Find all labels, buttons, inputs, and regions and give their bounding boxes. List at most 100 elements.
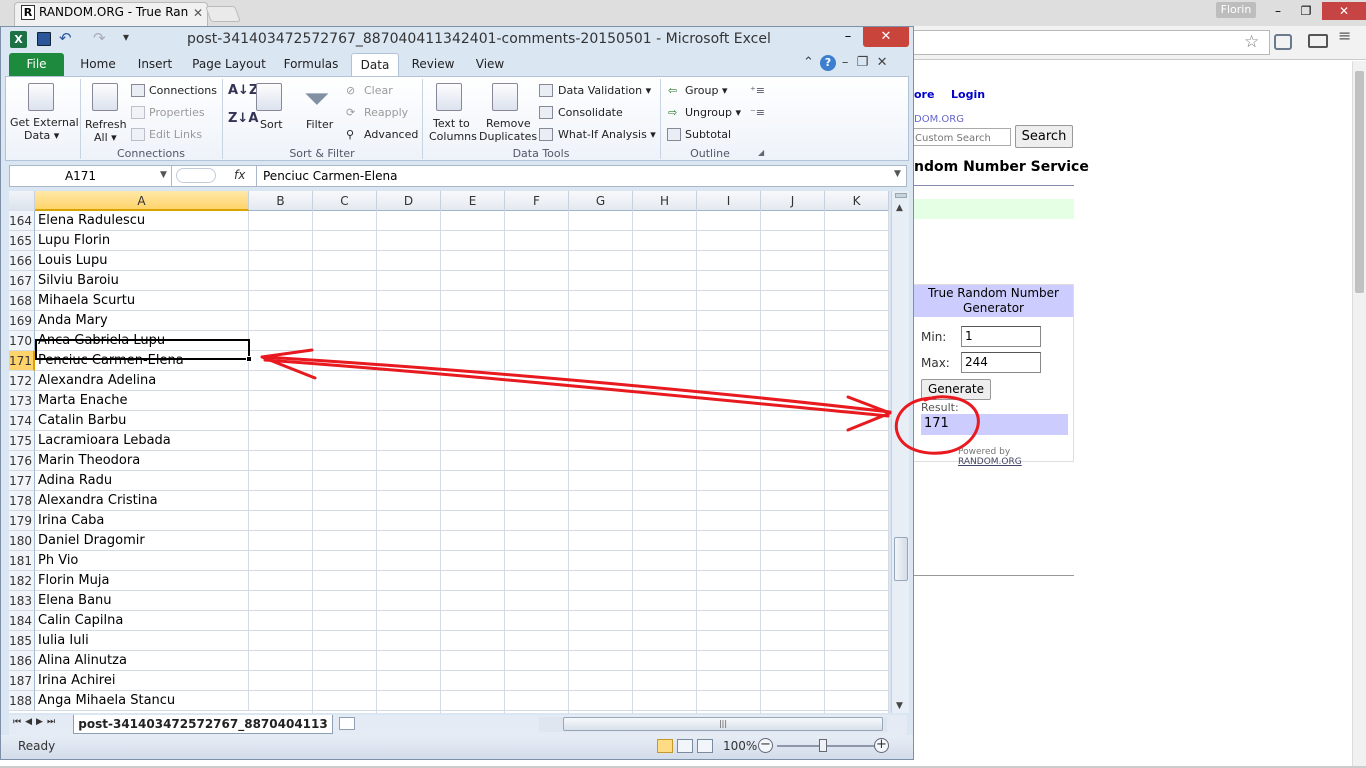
browser-minimize-button[interactable]: – <box>1264 2 1292 20</box>
random-org-link[interactable]: DOM.ORG <box>914 114 964 125</box>
browser-menu-icon[interactable]: ≡ <box>1338 28 1354 44</box>
cell-a[interactable]: Catalin Barbu <box>35 411 249 431</box>
row-header[interactable]: 177 <box>9 471 35 491</box>
subtotal-button[interactable]: Subtotal <box>685 128 731 141</box>
row-header[interactable]: 182 <box>9 571 35 591</box>
remove-duplicates-icon[interactable] <box>492 83 518 111</box>
insert-sheet-icon[interactable] <box>339 717 355 730</box>
sort-za-icon[interactable]: Z↓A <box>228 111 258 126</box>
cell-a[interactable]: Alexandra Adelina <box>35 371 249 391</box>
cell-a[interactable]: Silviu Baroiu <box>35 271 249 291</box>
max-input[interactable]: 244 <box>961 352 1041 373</box>
group-button[interactable]: Group ▾ <box>685 84 728 97</box>
insert-function-icon[interactable]: fx <box>234 168 245 182</box>
column-header-k[interactable]: K <box>825 191 889 211</box>
row-header[interactable]: 178 <box>9 491 35 511</box>
cell-a[interactable]: Irina Caba <box>35 511 249 531</box>
row-header[interactable]: 171 <box>9 351 35 371</box>
refresh-all-icon[interactable] <box>92 83 118 111</box>
cell-a[interactable]: Irina Achirei <box>35 671 249 691</box>
save-icon[interactable] <box>37 32 51 46</box>
bookmark-star-icon[interactable]: ☆ <box>1244 32 1259 52</box>
get-external-data-icon[interactable] <box>28 83 54 111</box>
tab-formulas[interactable]: Formulas <box>279 53 343 76</box>
row-header[interactable]: 167 <box>9 271 35 291</box>
column-header-f[interactable]: F <box>505 191 569 211</box>
excel-close-button[interactable]: ✕ <box>863 27 909 47</box>
row-header[interactable]: 176 <box>9 451 35 471</box>
row-header[interactable]: 170 <box>9 331 35 351</box>
name-box-dropdown-icon[interactable]: ▼ <box>160 170 167 180</box>
excel-logo-icon[interactable]: X <box>10 31 27 48</box>
row-header[interactable]: 165 <box>9 231 35 251</box>
outline-dialog-launcher-icon[interactable]: ◢ <box>758 148 764 157</box>
scroll-up-icon[interactable]: ▲ <box>896 203 903 213</box>
row-header[interactable]: 185 <box>9 631 35 651</box>
formula-input[interactable]: Penciuc Carmen-Elena <box>256 166 886 186</box>
filter-funnel-icon[interactable]: ⏷ <box>304 79 330 118</box>
workbook-close-icon[interactable]: ✕ <box>877 55 888 70</box>
zoom-slider-knob[interactable] <box>819 739 827 752</box>
redo-icon[interactable]: ↷ <box>93 29 106 47</box>
tab-data[interactable]: Data <box>351 53 399 77</box>
text-to-columns-icon[interactable] <box>436 83 462 111</box>
sheet-nav-arrows-icon[interactable]: ⏮◀▶⏭ <box>13 717 59 727</box>
remove-duplicates-label[interactable]: Remove <box>486 117 531 130</box>
column-header-i[interactable]: I <box>697 191 761 211</box>
refresh-all-label[interactable]: Refresh <box>85 118 127 131</box>
row-header[interactable]: 186 <box>9 651 35 671</box>
cell-a[interactable]: Elena Banu <box>35 591 249 611</box>
ungroup-button[interactable]: Ungroup ▾ <box>685 106 741 119</box>
row-header[interactable]: 179 <box>9 511 35 531</box>
refresh-all-label2[interactable]: All ▾ <box>94 131 117 144</box>
what-if-analysis-button[interactable]: What-If Analysis ▾ <box>558 128 656 141</box>
row-header[interactable]: 183 <box>9 591 35 611</box>
get-external-data-label[interactable]: Get External <box>10 116 79 129</box>
new-tab-button[interactable] <box>205 6 241 22</box>
nav-link-more[interactable]: ore <box>914 88 934 101</box>
cell-a[interactable]: Mihaela Scurtu <box>35 291 249 311</box>
text-to-columns-label2[interactable]: Columns <box>429 130 477 143</box>
column-header-h[interactable]: H <box>633 191 697 211</box>
custom-search-input[interactable] <box>914 128 1011 146</box>
browser-maximize-button[interactable]: ❐ <box>1292 2 1320 20</box>
cell-a[interactable]: Marta Enache <box>35 391 249 411</box>
column-header-e[interactable]: E <box>441 191 505 211</box>
normal-view-icon[interactable] <box>657 739 673 753</box>
cell-a[interactable]: Lacramioara Lebada <box>35 431 249 451</box>
filter-button[interactable]: Filter <box>306 118 333 131</box>
cell-a[interactable]: Ph Vio <box>35 551 249 571</box>
row-header[interactable]: 172 <box>9 371 35 391</box>
sheet-tab[interactable]: post-341403472572767_8870404113 <box>73 715 333 734</box>
row-header[interactable]: 164 <box>9 211 35 231</box>
cell-a[interactable]: Adina Radu <box>35 471 249 491</box>
tab-close-icon[interactable]: ✕ <box>193 6 203 20</box>
workbook-minimize-icon[interactable]: – <box>842 55 849 70</box>
cell-a[interactable]: Anda Mary <box>35 311 249 331</box>
zoom-in-button[interactable]: + <box>874 738 889 753</box>
cell-a[interactable]: Calin Capilna <box>35 611 249 631</box>
column-header-j[interactable]: J <box>761 191 825 211</box>
scroll-down-icon[interactable]: ▼ <box>896 701 903 711</box>
row-header[interactable]: 173 <box>9 391 35 411</box>
cell-a[interactable]: Marin Theodora <box>35 451 249 471</box>
row-header[interactable]: 169 <box>9 311 35 331</box>
cast-icon[interactable] <box>1308 34 1328 48</box>
cell-a[interactable]: Iulia Iuli <box>35 631 249 651</box>
help-icon[interactable]: ? <box>819 55 836 71</box>
page-break-view-icon[interactable] <box>697 739 713 753</box>
horizontal-scroll-thumb[interactable]: ||| <box>563 717 883 731</box>
zoom-out-button[interactable]: − <box>758 738 773 753</box>
cell-a[interactable]: Louis Lupu <box>35 251 249 271</box>
extension-icon[interactable] <box>1274 34 1292 50</box>
row-header[interactable]: 188 <box>9 691 35 711</box>
row-header[interactable]: 180 <box>9 531 35 551</box>
cell-a[interactable]: Daniel Dragomir <box>35 531 249 551</box>
cell-a[interactable]: Alina Alinutza <box>35 651 249 671</box>
tab-view[interactable]: View <box>467 53 513 76</box>
workbook-restore-icon[interactable]: ❐ <box>857 55 869 70</box>
row-header[interactable]: 184 <box>9 611 35 631</box>
properties-button[interactable]: Properties <box>149 106 205 119</box>
text-to-columns-label[interactable]: Text to <box>433 117 470 130</box>
undo-icon[interactable]: ↶ <box>59 29 72 47</box>
